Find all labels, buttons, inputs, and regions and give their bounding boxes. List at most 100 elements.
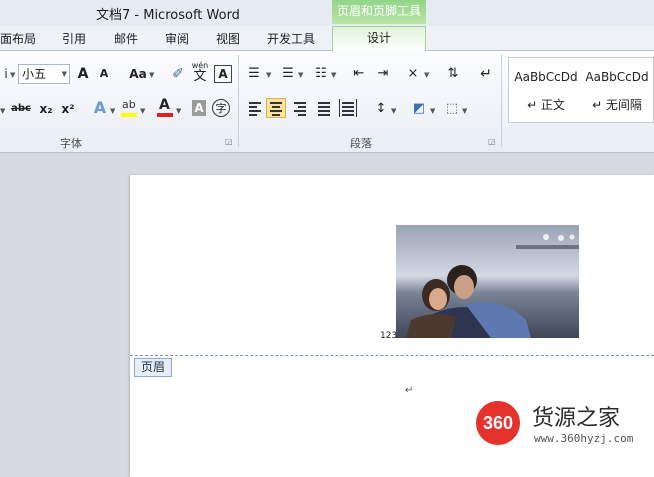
- phonetic-char: 文: [193, 69, 207, 84]
- dialog-launcher-icon[interactable]: ◲: [225, 137, 233, 146]
- style-sample: AaBbCcDd: [585, 70, 649, 84]
- header-photo[interactable]: [396, 225, 579, 338]
- line-spacing-icon[interactable]: ↕: [372, 99, 390, 119]
- style-name: ↵ 正文: [527, 98, 565, 112]
- style-name: ↵ 无间隔: [592, 98, 642, 112]
- align-line: [318, 110, 330, 112]
- justify-button[interactable]: [315, 99, 333, 117]
- bullets-icon[interactable]: ☰: [246, 64, 262, 84]
- chevron-down-icon: ▼: [0, 107, 6, 115]
- font-size-combo[interactable]: 小五 ▼: [18, 64, 70, 84]
- dialog-launcher-icon[interactable]: ◲: [488, 137, 496, 146]
- ribbon-tabs: 面布局 引用 邮件 审阅 视图 开发工具 设计: [0, 26, 654, 51]
- asian-layout-icon[interactable]: ⨯: [404, 64, 422, 84]
- chevron-down-icon: ▼: [331, 71, 337, 79]
- highlight-button[interactable]: ab: [120, 98, 138, 118]
- align-line: [342, 110, 354, 112]
- decrease-indent-icon[interactable]: ⇤: [350, 64, 368, 84]
- ribbon: i ▼ 小五 ▼ A A Aa ▼ ✐ wén 文 A ▼ abc x₂ x² …: [0, 51, 654, 153]
- change-case-button[interactable]: Aa: [128, 64, 148, 84]
- tab-developer[interactable]: 开发工具: [267, 30, 315, 47]
- font-color-bar: [157, 113, 173, 117]
- header-boundary-line: [130, 355, 654, 356]
- watermark-360-logo: 360: [476, 401, 520, 445]
- highlighter-icon: ab: [122, 98, 136, 111]
- paragraph-group-label: 段落: [350, 137, 372, 150]
- watermark-url: www.360hyzj.com: [534, 432, 634, 445]
- tab-mailings[interactable]: 邮件: [114, 30, 138, 47]
- watermark-brand: 货源之家: [532, 406, 621, 431]
- borders-icon[interactable]: ⬚: [444, 99, 460, 119]
- grow-font-button[interactable]: A: [76, 64, 90, 84]
- align-line: [298, 114, 306, 116]
- align-left-button[interactable]: [246, 99, 264, 117]
- page-number-field[interactable]: 123: [380, 331, 397, 341]
- subscript-button[interactable]: x₂: [38, 99, 54, 119]
- align-line: [270, 102, 282, 104]
- superscript-button[interactable]: x²: [60, 99, 76, 119]
- styles-gallery: AaBbCcDd ↵ 正文 AaBbCcDd ↵ 无间隔: [508, 57, 654, 123]
- increase-indent-icon[interactable]: ⇥: [374, 64, 392, 84]
- title-bar: 文档7 - Microsoft Word 页眉和页脚工具: [0, 0, 654, 26]
- font-group-label: 字体: [60, 137, 82, 150]
- couple-photo-icon: [396, 225, 579, 338]
- chevron-down-icon: ▼: [176, 107, 182, 115]
- sort-icon[interactable]: ⇅: [444, 64, 462, 84]
- clear-formatting-icon[interactable]: ✐: [169, 64, 187, 84]
- shrink-font-button[interactable]: A: [98, 64, 110, 84]
- tab-view[interactable]: 视图: [216, 30, 240, 47]
- chevron-down-icon: ▼: [10, 71, 16, 79]
- text-effects-button[interactable]: A: [92, 98, 108, 118]
- character-shading-button[interactable]: A: [192, 100, 206, 116]
- group-separator: [501, 55, 502, 147]
- align-line: [249, 114, 257, 116]
- context-tab-group-title: 页眉和页脚工具: [332, 0, 426, 24]
- paragraph-mark: ↵: [405, 385, 414, 396]
- align-line: [342, 114, 354, 116]
- header-tag-label: 页眉: [134, 358, 173, 377]
- align-line: [342, 106, 354, 108]
- chevron-down-icon: ▼: [110, 107, 116, 115]
- style-no-spacing[interactable]: AaBbCcDd ↵ 无间隔: [582, 58, 652, 122]
- align-line: [249, 110, 261, 112]
- align-line: [249, 102, 261, 104]
- group-separator: [238, 55, 239, 147]
- tab-review[interactable]: 审阅: [165, 30, 189, 47]
- align-line: [318, 102, 330, 104]
- chevron-down-icon: ▼: [430, 107, 436, 115]
- tab-references[interactable]: 引用: [62, 30, 86, 47]
- chevron-down-icon: ▼: [462, 107, 468, 115]
- shading-bucket-icon[interactable]: ◩: [410, 99, 428, 119]
- align-line: [342, 102, 354, 104]
- chevron-down-icon: ▼: [266, 71, 272, 79]
- chevron-down-icon: ▼: [424, 71, 430, 79]
- tab-design[interactable]: 设计: [332, 26, 426, 51]
- character-border-button[interactable]: A: [214, 65, 232, 83]
- chevron-down-icon: ▼: [140, 107, 146, 115]
- show-marks-icon[interactable]: ↵: [478, 64, 494, 84]
- style-normal[interactable]: AaBbCcDd ↵ 正文: [511, 58, 581, 122]
- align-line: [298, 106, 306, 108]
- align-line: [318, 114, 330, 116]
- tab-page-layout[interactable]: 面布局: [0, 30, 36, 47]
- multilevel-list-icon[interactable]: ☷: [312, 64, 330, 84]
- align-right-button[interactable]: [291, 99, 309, 117]
- phonetic-guide-button[interactable]: wén 文: [190, 61, 210, 87]
- strikethrough-button[interactable]: abc: [10, 99, 32, 119]
- style-sample: AaBbCcDd: [514, 70, 578, 84]
- window-title: 文档7 - Microsoft Word: [96, 8, 240, 23]
- font-color-button[interactable]: A: [156, 97, 174, 118]
- font-size-value: 小五: [22, 67, 47, 81]
- distributed-button[interactable]: [339, 99, 357, 117]
- numbering-icon[interactable]: ☰: [280, 64, 296, 84]
- align-line: [294, 110, 306, 112]
- align-line: [272, 106, 280, 108]
- enclose-characters-button[interactable]: 字: [212, 99, 230, 117]
- align-line: [270, 110, 282, 112]
- align-center-button[interactable]: [266, 98, 286, 118]
- font-color-letter: A: [159, 97, 170, 113]
- align-line: [249, 106, 257, 108]
- highlight-color-bar: [121, 113, 137, 117]
- chevron-down-icon: ▼: [391, 107, 397, 115]
- align-line: [294, 102, 306, 104]
